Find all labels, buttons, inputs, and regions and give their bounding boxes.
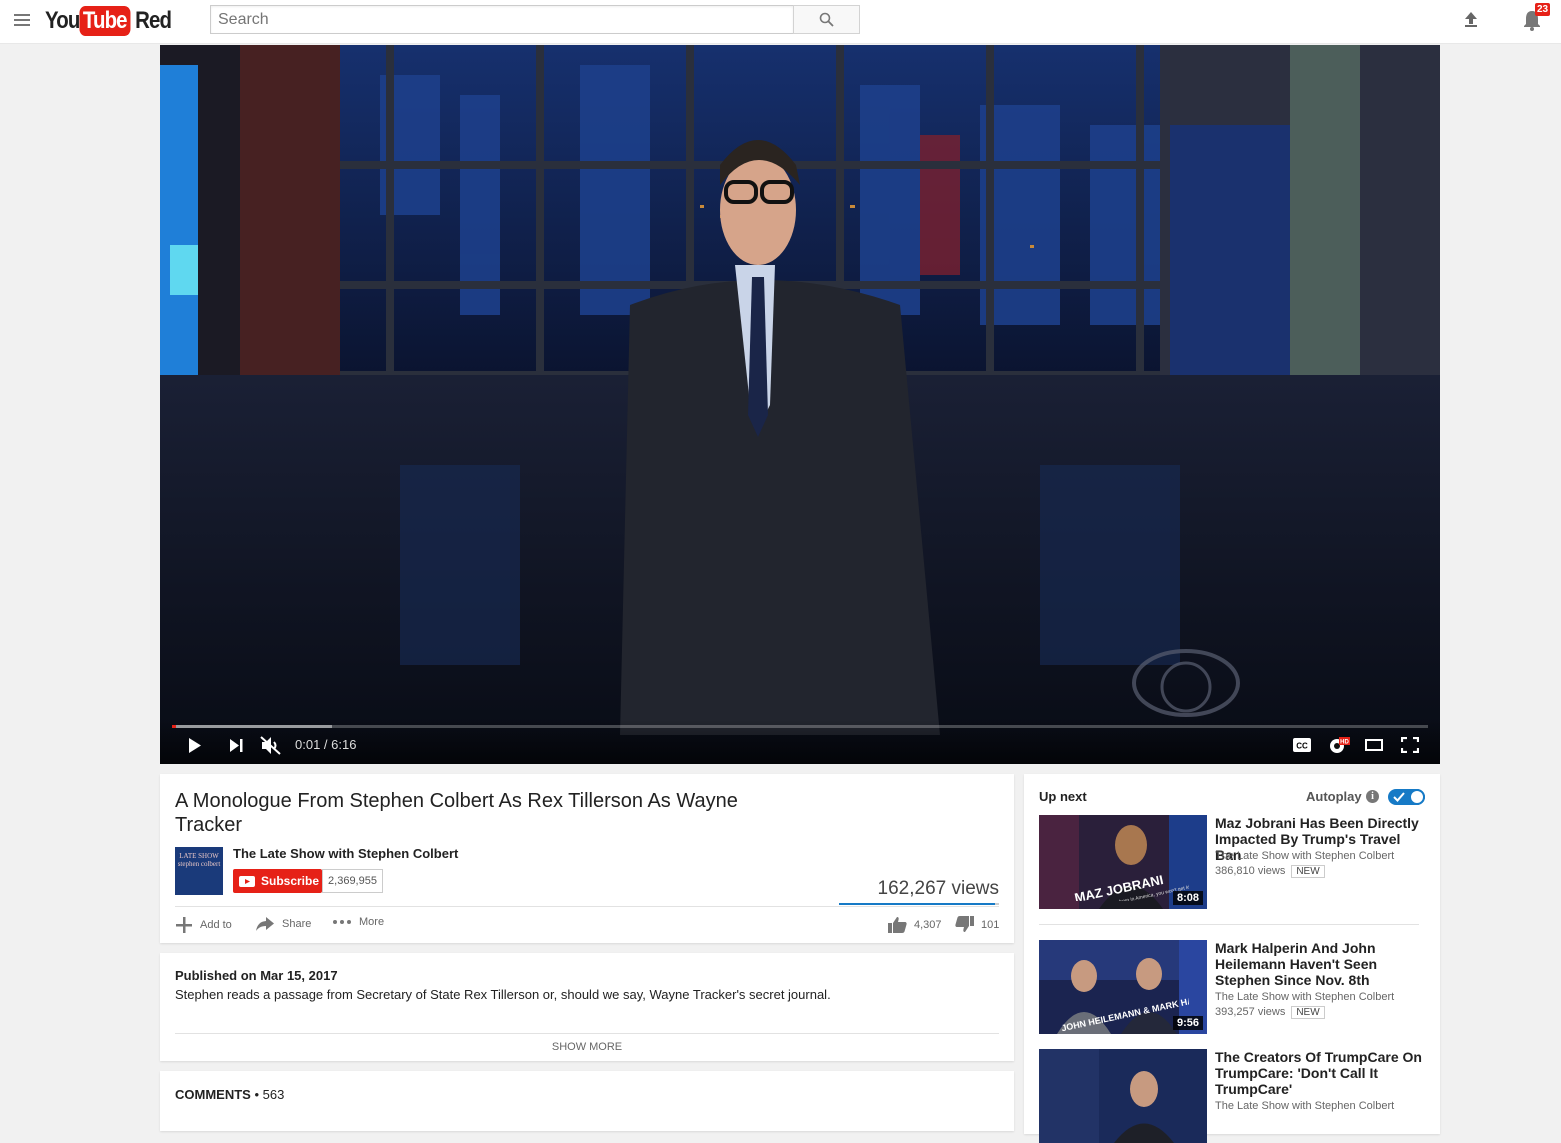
youtube-play-icon bbox=[239, 875, 255, 887]
up-next-channel: The Late Show with Stephen Colbert bbox=[1215, 991, 1395, 1003]
check-icon bbox=[1393, 792, 1405, 802]
upload-icon[interactable] bbox=[1461, 9, 1481, 29]
divider bbox=[175, 1033, 999, 1034]
progress-loaded bbox=[172, 725, 332, 728]
up-next-views: 393,257 views bbox=[1215, 1006, 1286, 1018]
add-to-label: Add to bbox=[200, 919, 232, 931]
time-display: 0:01 / 6:16 bbox=[295, 737, 357, 752]
svg-text:HD: HD bbox=[1340, 740, 1349, 746]
notification-badge: 23 bbox=[1535, 3, 1551, 16]
autoplay-toggle[interactable] bbox=[1388, 789, 1425, 805]
search-icon bbox=[819, 12, 834, 27]
autoplay-label: Autoplay bbox=[1306, 789, 1362, 804]
up-next-item[interactable]: The Creators Of TrumpCare On TrumpCare: … bbox=[1039, 1049, 1422, 1143]
like-ratio-fill bbox=[839, 903, 996, 905]
show-more-button[interactable]: SHOW MORE bbox=[175, 1041, 999, 1053]
like-count: 4,307 bbox=[914, 918, 942, 931]
video-thumbnail[interactable]: JOHN HEILEMANN & MARK HALPERIN 9:56 bbox=[1039, 940, 1207, 1034]
share-label: Share bbox=[282, 918, 312, 930]
comments-card bbox=[160, 1071, 1014, 1131]
up-next-title[interactable]: Mark Halperin And John Heilemann Haven't… bbox=[1215, 940, 1425, 988]
more-button[interactable]: More bbox=[332, 916, 384, 928]
thumbnail-image bbox=[1039, 1049, 1207, 1143]
thumbnail-caption-text: JOHN HEILEMANN & MARK HALPERIN bbox=[1060, 989, 1189, 1032]
up-next-item[interactable]: MAZ JOBRANI "If you're born in America, … bbox=[1039, 815, 1419, 915]
video-frame[interactable] bbox=[160, 45, 1440, 764]
next-icon[interactable] bbox=[229, 739, 243, 752]
channel-name[interactable]: The Late Show with Stephen Colbert bbox=[233, 846, 458, 861]
dislike-button[interactable]: 101 bbox=[955, 916, 999, 933]
comments-header: COMMENTS • 563 bbox=[175, 1087, 284, 1102]
share-icon bbox=[256, 917, 274, 931]
logo-tube: Tube bbox=[79, 6, 131, 36]
search-input[interactable] bbox=[210, 5, 794, 34]
fullscreen-icon[interactable] bbox=[1401, 737, 1419, 753]
toggle-knob bbox=[1409, 789, 1425, 805]
up-next-meta: 386,810 views NEW bbox=[1215, 865, 1325, 878]
add-to-button[interactable]: Add to bbox=[175, 916, 232, 934]
up-next-meta: 393,257 views NEW bbox=[1215, 1006, 1325, 1019]
menu-icon[interactable] bbox=[14, 14, 30, 27]
view-count: 162,267 views bbox=[877, 878, 999, 899]
video-title: A Monologue From Stephen Colbert As Rex … bbox=[175, 790, 738, 836]
new-badge: NEW bbox=[1291, 1006, 1325, 1019]
video-duration: 9:56 bbox=[1172, 1016, 1203, 1030]
svg-text:CC: CC bbox=[1296, 742, 1308, 751]
logo-you: You bbox=[45, 7, 80, 34]
thumbs-up-icon bbox=[888, 917, 907, 933]
comments-label: COMMENTS bbox=[175, 1087, 251, 1102]
search-button[interactable] bbox=[793, 5, 860, 34]
subscriber-count: 2,369,955 bbox=[322, 869, 383, 893]
new-badge: NEW bbox=[1291, 865, 1325, 878]
publish-date: Published on Mar 15, 2017 bbox=[175, 968, 338, 983]
play-icon[interactable] bbox=[187, 737, 203, 754]
up-next-title[interactable]: The Creators Of TrumpCare On TrumpCare: … bbox=[1215, 1049, 1425, 1097]
thumbnail-caption: MAZ JOBRANI "If you're born in America, … bbox=[1073, 872, 1189, 901]
plus-icon bbox=[176, 917, 192, 933]
captions-icon[interactable]: CC bbox=[1293, 738, 1311, 752]
up-next-channel: The Late Show with Stephen Colbert bbox=[1215, 1100, 1395, 1112]
subscribe-button[interactable]: Subscribe bbox=[233, 869, 322, 893]
progress-played bbox=[172, 725, 176, 728]
thumbs-down-icon bbox=[955, 916, 974, 932]
muted-volume-icon[interactable] bbox=[260, 736, 282, 755]
video-thumbnail[interactable] bbox=[1039, 1049, 1207, 1143]
video-player[interactable]: 0:01 / 6:16 CC HD bbox=[160, 45, 1440, 764]
divider bbox=[1039, 924, 1419, 925]
info-icon[interactable]: i bbox=[1366, 790, 1379, 803]
like-button[interactable]: 4,307 bbox=[888, 916, 942, 933]
masthead: You Tube Red 23 bbox=[0, 0, 1561, 44]
dislike-count: 101 bbox=[981, 918, 1000, 931]
video-thumbnail[interactable]: MAZ JOBRANI "If you're born in America, … bbox=[1039, 815, 1207, 909]
comments-count: • 563 bbox=[254, 1087, 285, 1102]
theater-mode-icon[interactable] bbox=[1365, 739, 1383, 751]
up-next-views: 386,810 views bbox=[1215, 865, 1286, 877]
video-description: Stephen reads a passage from Secretary o… bbox=[175, 987, 831, 1002]
thumbnail-caption: JOHN HEILEMANN & MARK HALPERIN bbox=[1060, 989, 1189, 1032]
logo-red: Red bbox=[134, 7, 172, 34]
divider bbox=[175, 906, 999, 907]
youtube-red-logo[interactable]: You Tube Red bbox=[45, 5, 174, 37]
settings-gear-icon[interactable]: HD bbox=[1328, 735, 1350, 755]
subscribe-label: Subscribe bbox=[261, 874, 320, 888]
more-dots-icon bbox=[333, 920, 351, 924]
more-label: More bbox=[359, 916, 385, 928]
like-ratio-bar bbox=[839, 903, 999, 905]
video-duration: 8:08 bbox=[1172, 891, 1203, 905]
share-button[interactable]: Share bbox=[255, 916, 311, 932]
up-next-item[interactable]: JOHN HEILEMANN & MARK HALPERIN 9:56 Mark… bbox=[1039, 940, 1419, 1040]
up-next-channel: The Late Show with Stephen Colbert bbox=[1215, 850, 1395, 862]
channel-avatar[interactable]: LATE SHOW stephen colbert bbox=[175, 847, 223, 895]
progress-bar[interactable] bbox=[172, 725, 1428, 728]
up-next-label: Up next bbox=[1039, 789, 1087, 804]
